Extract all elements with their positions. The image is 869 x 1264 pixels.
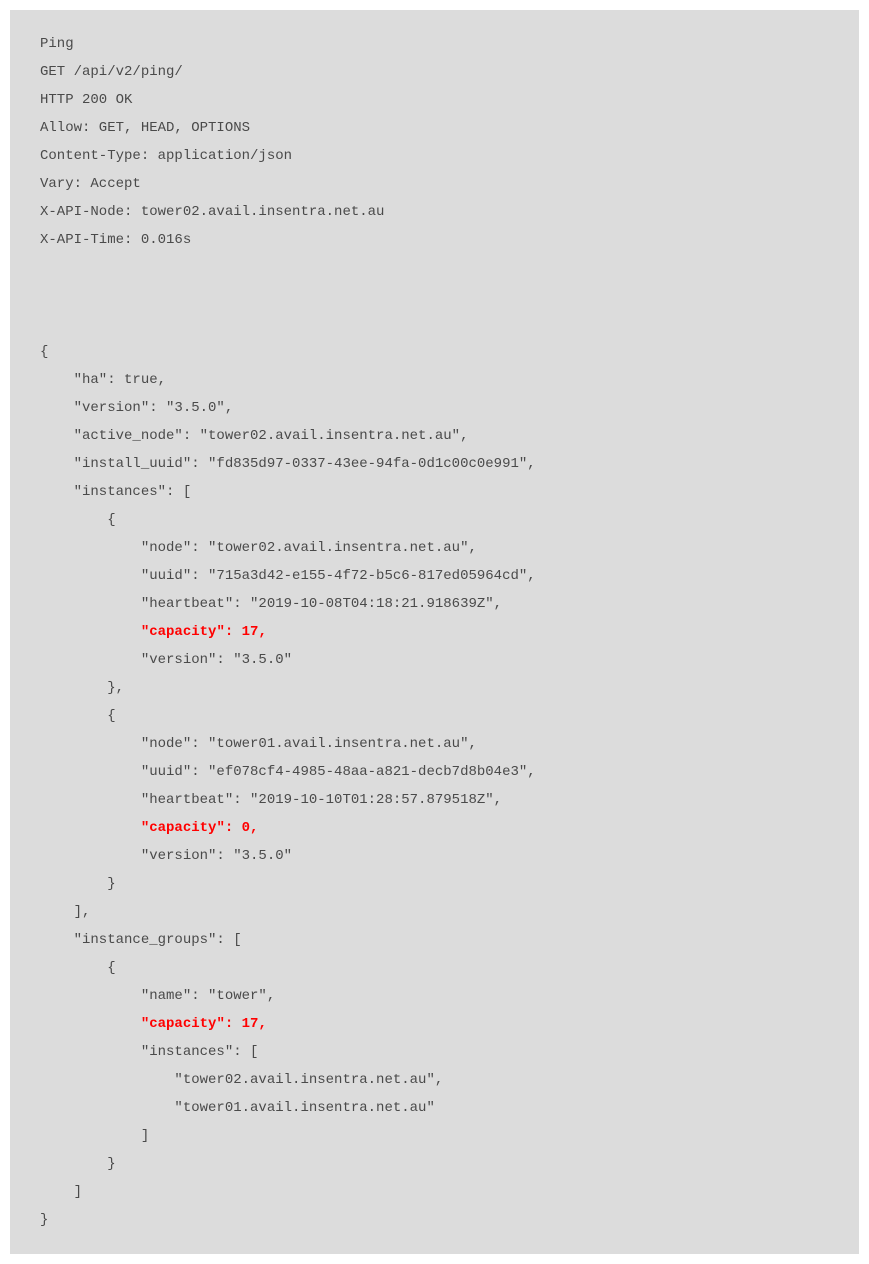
json-inst1-capacity: "capacity": 0, xyxy=(141,820,259,836)
header-api-node: X-API-Node: tower02.avail.insentra.net.a… xyxy=(40,204,384,220)
json-inst1-uuid: "uuid": "ef078cf4-4985-48aa-a821-decb7d8… xyxy=(40,764,536,780)
json-open: { xyxy=(40,344,48,360)
json-grp0-instances-close: ] xyxy=(40,1128,149,1144)
json-instances-open: "instances": [ xyxy=(40,484,191,500)
json-grp0-instances-open: "instances": [ xyxy=(40,1044,258,1060)
json-active-node: "active_node": "tower02.avail.insentra.n… xyxy=(40,428,468,444)
json-inst1-capacity-indent xyxy=(40,820,141,836)
json-inst0-version: "version": "3.5.0" xyxy=(40,652,292,668)
json-grp0-name: "name": "tower", xyxy=(40,988,275,1004)
json-groups-open: "instance_groups": [ xyxy=(40,932,242,948)
json-install-uuid: "install_uuid": "fd835d97-0337-43ee-94fa… xyxy=(40,456,536,472)
json-instances-close: ], xyxy=(40,904,90,920)
json-inst1-close: } xyxy=(40,876,116,892)
json-version: "version": "3.5.0", xyxy=(40,400,233,416)
header-allow: Allow: GET, HEAD, OPTIONS xyxy=(40,120,250,136)
header-status: HTTP 200 OK xyxy=(40,92,132,108)
api-response-block: Ping GET /api/v2/ping/ HTTP 200 OK Allow… xyxy=(10,10,859,1254)
json-inst1-version: "version": "3.5.0" xyxy=(40,848,292,864)
json-inst0-close: }, xyxy=(40,680,124,696)
header-vary: Vary: Accept xyxy=(40,176,141,192)
json-grp0-inst0: "tower02.avail.insentra.net.au", xyxy=(40,1072,443,1088)
json-inst0-heartbeat: "heartbeat": "2019-10-08T04:18:21.918639… xyxy=(40,596,502,612)
json-grp0-capacity: "capacity": 17, xyxy=(141,1016,267,1032)
header-title: Ping xyxy=(40,36,74,52)
header-content-type: Content-Type: application/json xyxy=(40,148,292,164)
header-request: GET /api/v2/ping/ xyxy=(40,64,183,80)
json-inst0-capacity: "capacity": 17, xyxy=(141,624,267,640)
json-ha: "ha": true, xyxy=(40,372,166,388)
json-inst0-open: { xyxy=(40,512,116,528)
json-close: } xyxy=(40,1212,48,1228)
json-inst1-heartbeat: "heartbeat": "2019-10-10T01:28:57.879518… xyxy=(40,792,502,808)
header-api-time: X-API-Time: 0.016s xyxy=(40,232,191,248)
json-inst1-node: "node": "tower01.avail.insentra.net.au", xyxy=(40,736,477,752)
json-inst0-capacity-indent xyxy=(40,624,141,640)
json-groups-close: ] xyxy=(40,1184,82,1200)
json-grp0-inst1: "tower01.avail.insentra.net.au" xyxy=(40,1100,435,1116)
json-grp0-open: { xyxy=(40,960,116,976)
json-inst0-node: "node": "tower02.avail.insentra.net.au", xyxy=(40,540,477,556)
json-grp0-capacity-indent xyxy=(40,1016,141,1032)
json-grp0-close: } xyxy=(40,1156,116,1172)
json-inst0-uuid: "uuid": "715a3d42-e155-4f72-b5c6-817ed05… xyxy=(40,568,536,584)
json-inst1-open: { xyxy=(40,708,116,724)
